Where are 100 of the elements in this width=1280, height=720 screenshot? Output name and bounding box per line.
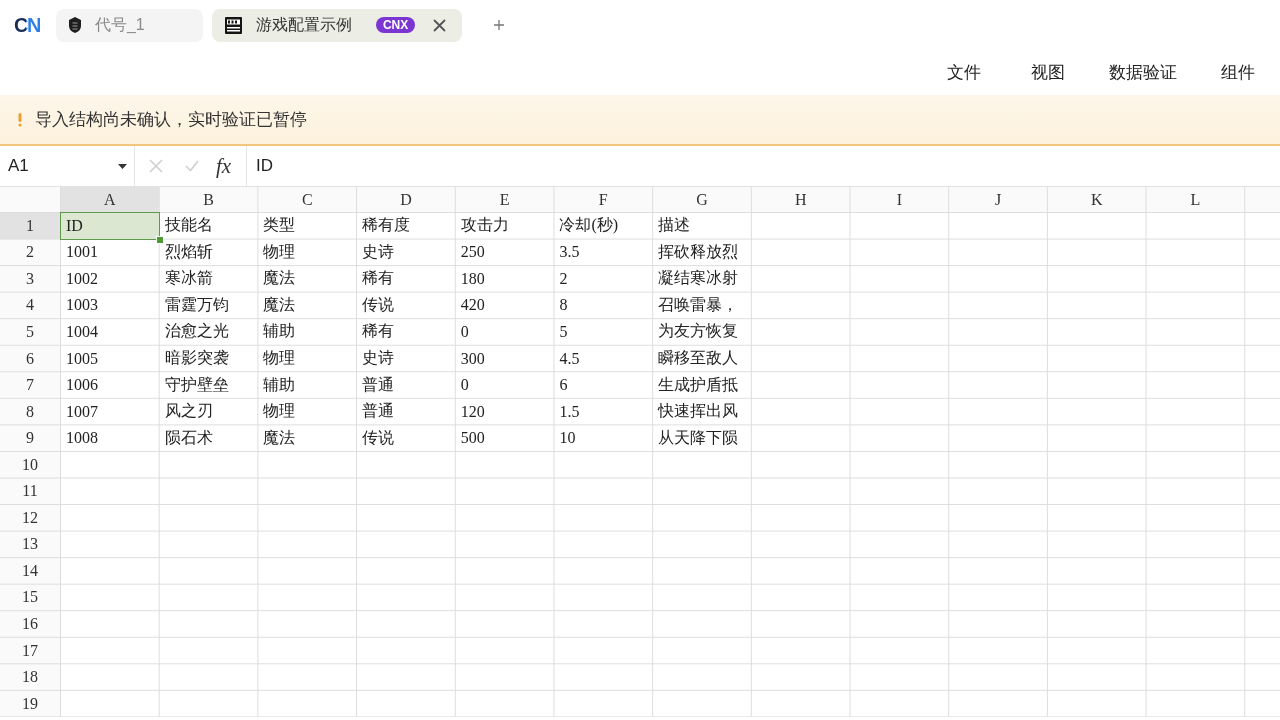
table-cell-text: 稀有: [361, 321, 396, 342]
table-cell-text: 0: [459, 375, 470, 396]
row-header[interactable]: 2: [0, 239, 60, 266]
table-cell-text: 普通: [361, 401, 396, 422]
table-cell-text: 魔法: [262, 294, 297, 315]
row-header[interactable]: 4: [0, 292, 60, 319]
column-header[interactable]: J: [949, 187, 1047, 212]
column-header[interactable]: C: [258, 187, 357, 212]
row-header[interactable]: 13: [0, 531, 60, 558]
table-cell-text: 传说: [361, 427, 396, 448]
table-cell-text: 暗影突袭: [163, 348, 230, 368]
row-header[interactable]: 12: [0, 505, 60, 531]
formula-input[interactable]: ID: [247, 146, 1280, 186]
table-cell-text: 2: [558, 268, 569, 289]
row-header[interactable]: 11: [0, 478, 60, 504]
table-cell-text: 1007: [65, 401, 99, 422]
table-cell-text: 1008: [65, 428, 99, 449]
column-header[interactable]: F: [554, 187, 653, 212]
table-cell-text: 120: [459, 401, 486, 422]
row-header[interactable]: 3: [0, 266, 60, 292]
row-header[interactable]: 7: [0, 372, 60, 398]
table-cell-text: 雷霆万钧: [163, 294, 230, 315]
table-cell-text: 8: [558, 295, 569, 316]
table-cell-text: 魔法: [262, 427, 297, 448]
table-cell-text: 传说: [361, 294, 396, 315]
table-cell-text: 物理: [262, 401, 297, 422]
table-cell-text: 辅助: [262, 321, 297, 342]
menu-item[interactable]: 数据验证: [1109, 61, 1177, 84]
column-header[interactable]: H: [751, 187, 850, 212]
fill-handle-icon[interactable]: [155, 235, 164, 244]
row-header[interactable]: 1: [0, 213, 60, 239]
column-header[interactable]: B: [159, 187, 258, 212]
table-cell-text: 快速挥出风: [656, 401, 740, 422]
table-cell-text: 魔法: [262, 268, 297, 289]
row-header[interactable]: 9: [0, 425, 60, 451]
table-cell-text: 瞬移至敌人: [657, 348, 740, 368]
warning-message: 导入结构尚未确认，实时验证已暂停: [35, 109, 307, 131]
column-header[interactable]: L: [1146, 187, 1245, 212]
table-cell-text: 500: [459, 428, 486, 449]
table-cell-text: 3.5: [558, 242, 581, 263]
table-cell-text: 物理: [262, 348, 297, 368]
row-header[interactable]: 14: [0, 558, 60, 584]
table-cell-text: 1004: [65, 321, 99, 342]
table-cell-text: 180: [459, 268, 486, 289]
table-cell-text: 250: [459, 242, 486, 263]
column-header[interactable]: E: [455, 187, 554, 212]
column-header[interactable]: K: [1047, 187, 1146, 212]
name-box[interactable]: A1: [0, 146, 135, 186]
table-cell-text: 物理: [262, 241, 297, 262]
table-cell-text: 风之刃: [163, 401, 214, 422]
table-cell-text: 烈焰斩: [163, 241, 214, 262]
function-button[interactable]: fx: [216, 154, 232, 178]
menu-item[interactable]: 文件: [947, 61, 981, 84]
exclamation-icon: [18, 112, 22, 127]
table-cell-text: 史诗: [361, 348, 396, 368]
row-header[interactable]: 6: [0, 345, 60, 372]
column-header[interactable]: G: [653, 187, 751, 212]
table-cell-text: 稀有度: [361, 215, 412, 236]
row-header[interactable]: 5: [0, 319, 60, 345]
table-cell-text: 0: [459, 321, 470, 342]
table-cell-text: 300: [459, 348, 486, 369]
table-cell-text: 稀有: [361, 268, 396, 289]
table-cell-text: 为友方恢复: [657, 321, 740, 342]
table-cell-text: 6: [558, 375, 569, 396]
table-cell-text: 守护壁垒: [163, 374, 230, 395]
table-cell-text: 5: [558, 321, 569, 342]
row-header[interactable]: 10: [0, 451, 60, 478]
menu-item[interactable]: 视图: [1031, 61, 1065, 84]
column-header[interactable]: I: [850, 187, 949, 212]
row-header[interactable]: 16: [0, 611, 60, 637]
menu-item[interactable]: 组件: [1221, 61, 1255, 84]
table-cell-text: 1005: [65, 348, 99, 369]
close-icon[interactable]: [433, 18, 447, 32]
tab[interactable]: 游戏配置示例 CNX: [211, 8, 463, 42]
table-cell-text: 普通: [361, 374, 396, 395]
app-logo-icon: [224, 16, 242, 34]
table-cell-text: 10: [558, 428, 577, 449]
column-header[interactable]: A: [61, 187, 159, 212]
table-cell-text: 1.5: [558, 401, 581, 422]
plus-icon[interactable]: [494, 20, 505, 30]
caret-icon[interactable]: [118, 163, 127, 169]
table-cell-text: 描述: [657, 215, 692, 236]
table-cell-text: 1002: [65, 268, 99, 289]
row-header[interactable]: 8: [0, 398, 60, 425]
table-cell-text: 技能名: [163, 215, 214, 236]
shield-icon: [68, 17, 81, 33]
table-cell-text: 治愈之光: [163, 321, 230, 342]
tab-badge: CNX: [375, 17, 416, 33]
row-header[interactable]: 17: [0, 637, 60, 664]
table-cell-text: 召唤雷暴，: [657, 294, 740, 315]
table-cell-text: 类型: [262, 215, 297, 236]
row-header[interactable]: 18: [0, 664, 60, 690]
row-header[interactable]: 15: [0, 584, 60, 611]
table-cell-text: 生成护盾抵: [657, 374, 740, 395]
table-cell-text: 1001: [65, 242, 99, 263]
column-header[interactable]: D: [357, 187, 455, 212]
table-cell-text: 冷却(秒): [558, 215, 620, 236]
table-cell-text: 420: [459, 295, 486, 316]
table-cell-text: 1006: [65, 375, 99, 396]
row-header[interactable]: 19: [0, 690, 60, 717]
